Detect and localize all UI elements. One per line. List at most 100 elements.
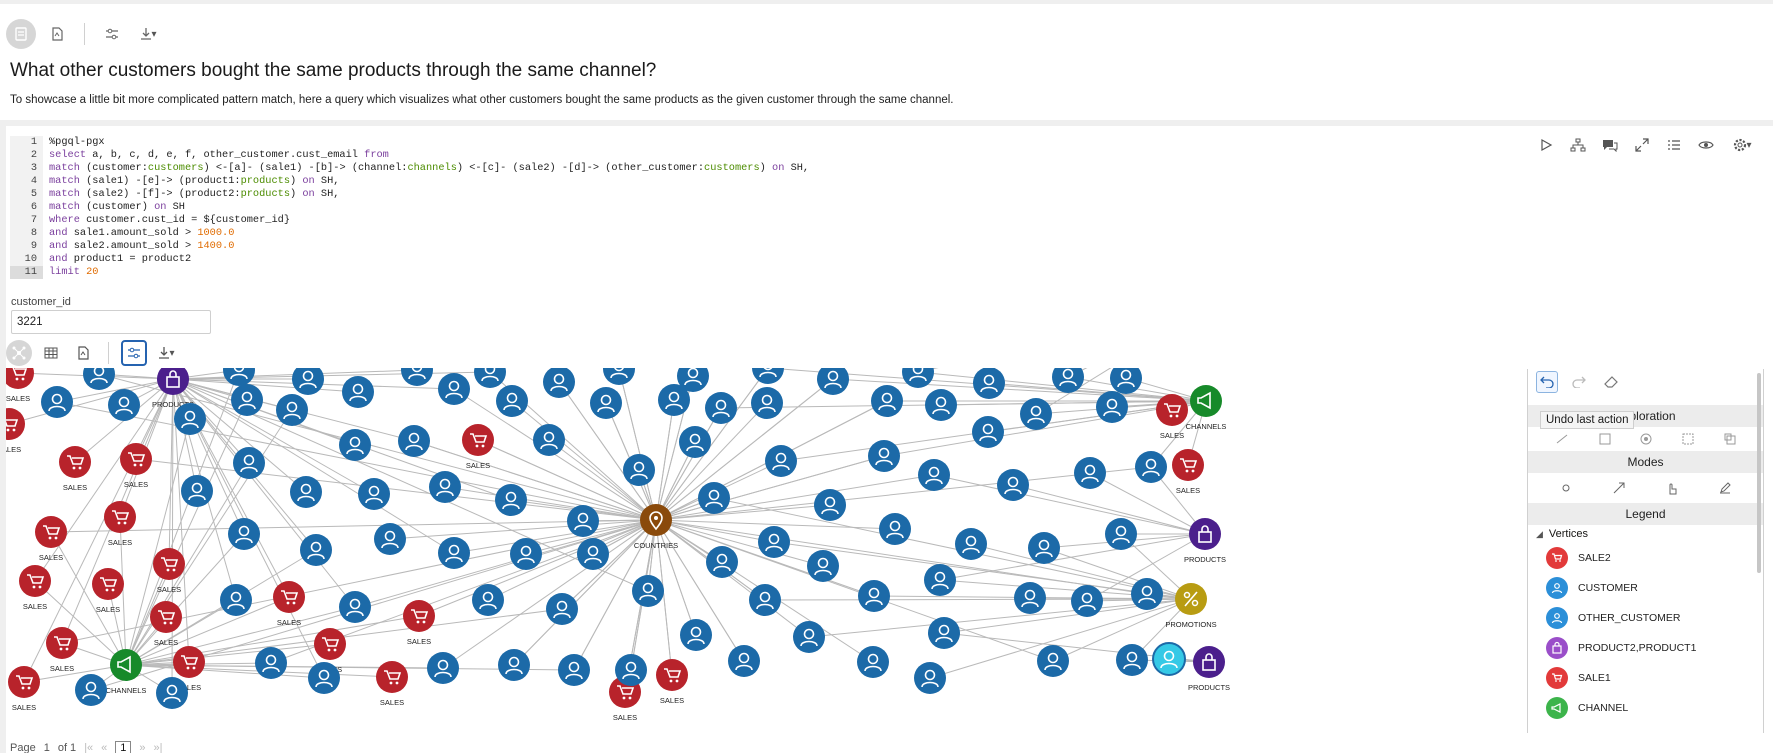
sales-node[interactable]: SALES bbox=[403, 600, 435, 646]
promotions-node[interactable]: PROMOTIONS bbox=[1165, 583, 1217, 629]
customer-node[interactable] bbox=[924, 564, 956, 596]
customer-node[interactable] bbox=[83, 368, 115, 390]
next-page-button[interactable]: » bbox=[139, 742, 145, 753]
run-icon[interactable] bbox=[1537, 136, 1555, 154]
customer-node[interactable] bbox=[546, 593, 578, 625]
hierarchy-icon[interactable] bbox=[1569, 136, 1587, 154]
customer-node[interactable] bbox=[868, 440, 900, 472]
prev-page-button[interactable]: « bbox=[101, 742, 107, 753]
collapse-icon[interactable] bbox=[1599, 433, 1611, 445]
list-icon[interactable] bbox=[1665, 136, 1683, 154]
customer-node[interactable] bbox=[220, 584, 252, 616]
customer-node[interactable] bbox=[706, 546, 738, 578]
customer-node[interactable] bbox=[817, 368, 849, 395]
customer-node[interactable] bbox=[181, 475, 213, 507]
gear-icon[interactable]: ▾ bbox=[1729, 136, 1755, 154]
undo-icon[interactable] bbox=[1536, 371, 1558, 393]
redo-icon[interactable] bbox=[1568, 371, 1590, 393]
customer-node[interactable] bbox=[374, 523, 406, 555]
customer-node[interactable] bbox=[680, 619, 712, 651]
sales-node[interactable]: SALES bbox=[1172, 449, 1204, 495]
customer-node[interactable] bbox=[474, 368, 506, 388]
customer-node[interactable] bbox=[1052, 368, 1084, 393]
customer-node[interactable] bbox=[603, 368, 635, 385]
customer-id-input[interactable] bbox=[11, 310, 211, 334]
expand-node-icon[interactable] bbox=[1555, 433, 1569, 445]
legend-item[interactable]: SALE2 bbox=[1528, 543, 1763, 573]
legend-item[interactable]: CUSTOMER bbox=[1528, 573, 1763, 603]
customer-node[interactable] bbox=[807, 550, 839, 582]
customer-node[interactable] bbox=[1116, 644, 1148, 676]
customer-node[interactable] bbox=[1071, 585, 1103, 617]
customer-node[interactable] bbox=[728, 645, 760, 677]
customer-node[interactable] bbox=[879, 513, 911, 545]
legend-item[interactable]: PRODUCT2,PRODUCT1 bbox=[1528, 633, 1763, 663]
focus-icon[interactable] bbox=[1640, 433, 1652, 445]
customer-node[interactable] bbox=[233, 447, 265, 479]
customer-node[interactable] bbox=[857, 646, 889, 678]
customer-node[interactable] bbox=[1135, 451, 1167, 483]
markdown-mode-button[interactable] bbox=[6, 19, 36, 49]
vertices-header[interactable]: ◢ Vertices bbox=[1528, 525, 1763, 543]
document-icon[interactable] bbox=[70, 340, 96, 366]
customer-node[interactable] bbox=[438, 373, 470, 405]
customer-node[interactable] bbox=[751, 387, 783, 419]
sales-node[interactable]: SALES bbox=[35, 516, 67, 562]
customer-node[interactable] bbox=[972, 416, 1004, 448]
customer-node[interactable] bbox=[496, 385, 528, 417]
settings-sliders-icon[interactable] bbox=[97, 19, 127, 49]
sales-node[interactable]: SALES bbox=[59, 446, 91, 492]
customer-node[interactable] bbox=[814, 489, 846, 521]
customer-node[interactable] bbox=[577, 538, 609, 570]
customer-node[interactable] bbox=[108, 389, 140, 421]
customer-node[interactable] bbox=[1074, 457, 1106, 489]
edit-icon[interactable] bbox=[1719, 482, 1731, 494]
code-editor[interactable]: 1 %pgql-pgx 2 select a, b, c, d, e, f, oth… bbox=[10, 136, 809, 279]
graph-svg[interactable]: COUNTRIESPRODUCTSCHANNELSTIMESCHANNELSPR… bbox=[6, 368, 1386, 734]
customer-node[interactable] bbox=[632, 575, 664, 607]
customer-node[interactable] bbox=[339, 591, 371, 623]
customer-node[interactable] bbox=[793, 621, 825, 653]
customer-node[interactable] bbox=[75, 674, 107, 706]
sales-node[interactable]: SALES bbox=[46, 627, 78, 673]
customer-node[interactable] bbox=[292, 368, 324, 395]
ungroup-icon[interactable] bbox=[1724, 433, 1736, 445]
customer-node[interactable] bbox=[558, 654, 590, 686]
expand-icon[interactable] bbox=[1633, 136, 1651, 154]
customer-node[interactable] bbox=[1131, 578, 1163, 610]
sales-node[interactable]: SALES bbox=[8, 666, 40, 712]
sales-node[interactable]: SALES bbox=[153, 548, 185, 594]
customer-node[interactable] bbox=[749, 584, 781, 616]
customer-node[interactable] bbox=[914, 662, 946, 694]
legend-item[interactable]: CHANNEL bbox=[1528, 693, 1763, 723]
sales-node[interactable]: SALES bbox=[104, 501, 136, 547]
legend-item[interactable]: OTHER_CUSTOMER bbox=[1528, 603, 1763, 633]
move-icon[interactable] bbox=[1613, 482, 1625, 494]
customer-node[interactable] bbox=[871, 385, 903, 417]
eraser-icon[interactable] bbox=[1600, 371, 1622, 393]
customer-node[interactable] bbox=[1110, 368, 1142, 394]
customer-node[interactable] bbox=[1037, 645, 1069, 677]
customer-node[interactable] bbox=[438, 537, 470, 569]
customer-node[interactable] bbox=[752, 368, 784, 384]
customer-node[interactable] bbox=[1096, 391, 1128, 423]
sales-node[interactable]: SALES bbox=[1156, 394, 1188, 440]
customer-node[interactable] bbox=[1028, 532, 1060, 564]
comments-icon[interactable] bbox=[1601, 136, 1619, 154]
customer-node[interactable] bbox=[928, 617, 960, 649]
customer-node[interactable] bbox=[290, 476, 322, 508]
customer-node[interactable] bbox=[1014, 582, 1046, 614]
first-page-button[interactable]: |« bbox=[84, 742, 93, 753]
selected-customer-node[interactable] bbox=[1152, 642, 1186, 676]
customer-node[interactable] bbox=[533, 424, 565, 456]
customer-node[interactable] bbox=[498, 649, 530, 681]
channels-node[interactable]: CHANNELS bbox=[1186, 385, 1227, 431]
customer-node[interactable] bbox=[358, 478, 390, 510]
customer-node[interactable] bbox=[1105, 518, 1137, 550]
customer-node[interactable] bbox=[955, 528, 987, 560]
customer-node[interactable] bbox=[1020, 398, 1052, 430]
customer-node[interactable] bbox=[398, 425, 430, 457]
products-node[interactable]: PRODUCTS bbox=[1188, 646, 1230, 692]
customer-node[interactable] bbox=[401, 368, 433, 386]
customer-node[interactable] bbox=[858, 580, 890, 612]
